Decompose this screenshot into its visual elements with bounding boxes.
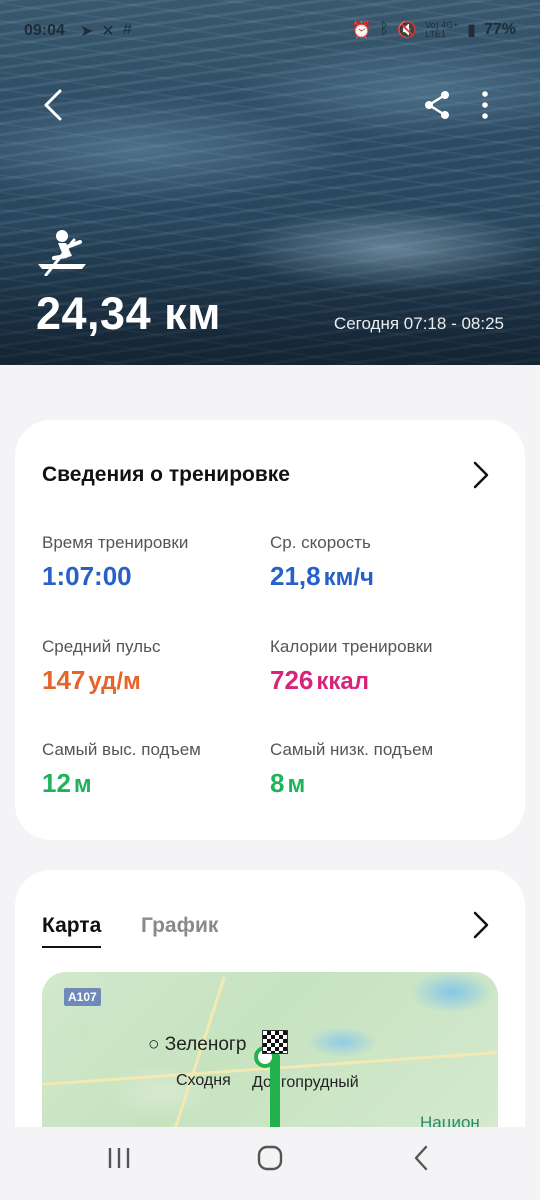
map-label-city: Сходня [176, 1072, 231, 1089]
bluetooth-icon: ᛒ [379, 21, 390, 38]
stat-value: 1:07:00 [42, 561, 132, 591]
recent-apps-icon[interactable] [106, 1145, 132, 1171]
stat-max-elevation: Самый выс. подъем 12 м [42, 740, 201, 799]
battery-level: 77% [483, 21, 516, 38]
signal-icon: ▮ [467, 22, 476, 39]
stat-label: Средний пульс [42, 637, 161, 656]
more-options-icon[interactable] [476, 90, 494, 120]
stat-label: Калории тренировки [270, 637, 433, 656]
finish-flag-icon [262, 1030, 288, 1054]
stat-label: Ср. скорость [270, 533, 371, 552]
alarm-icon: ⏰ [351, 22, 372, 39]
workout-summary-card[interactable]: Сведения о тренировке Время тренировки 1… [15, 420, 525, 840]
map-label-city: Долгопрудный [252, 1074, 359, 1091]
home-icon[interactable] [257, 1145, 283, 1171]
stat-value: 8м [270, 768, 306, 798]
system-icons: ⏰ ᛒ 🔇 Vo) 4G+ LTE1 ▮ 77% [352, 20, 516, 40]
status-time: 09:04 [24, 22, 65, 39]
road-sign: A107 [64, 988, 101, 1006]
notification-icons: ➤ ✕ # [80, 21, 132, 41]
stat-avg-heart-rate: Средний пульс 147 уд/м [42, 637, 160, 696]
chevron-right-icon[interactable] [472, 460, 490, 490]
network-label: Vo) 4G+ LTE1 [425, 20, 459, 39]
back-nav-icon[interactable] [412, 1145, 432, 1171]
missed-call-icon: ✕ [101, 23, 115, 40]
stat-calories: Калории тренировки 726 ккал [270, 637, 433, 696]
stat-value: 147 уд/м [42, 665, 141, 695]
share-icon[interactable] [423, 90, 451, 120]
workout-time-range: Сегодня 07:18 - 08:25 [333, 314, 504, 333]
rowing-icon [38, 230, 86, 276]
stat-label: Самый низк. подъем [270, 740, 434, 759]
stat-label: Самый выс. подъем [42, 740, 201, 759]
status-bar: 09:04 ➤ ✕ # ⏰ ᛒ 🔇 Vo) 4G+ LTE1 ▮ 77% [0, 0, 540, 62]
stat-workout-time: Время тренировки 1:07:00 [42, 533, 188, 592]
workout-distance: 24,34 км [36, 288, 221, 339]
card-title: Сведения о тренировке [42, 463, 290, 486]
back-icon[interactable] [40, 88, 68, 122]
system-nav-bar [0, 1127, 540, 1200]
telegram-icon: ➤ [80, 23, 94, 40]
stat-min-elevation: Самый низк. подъем 8м [270, 740, 433, 799]
map-label-city: ○ Зеленогр [148, 1034, 247, 1055]
tab-map[interactable]: Карта [42, 914, 102, 948]
chevron-right-icon[interactable] [472, 910, 490, 940]
tab-chart[interactable]: График [141, 914, 218, 938]
stat-avg-speed: Ср. скорость 21,8 км/ч [270, 533, 374, 592]
stat-value: 21,8 км/ч [270, 561, 374, 591]
mute-icon: 🔇 [397, 22, 418, 39]
grid-icon: # [122, 21, 132, 38]
stat-label: Время тренировки [42, 533, 189, 552]
stat-value: 726 ккал [270, 665, 370, 695]
stat-value: 12 м [42, 768, 92, 798]
